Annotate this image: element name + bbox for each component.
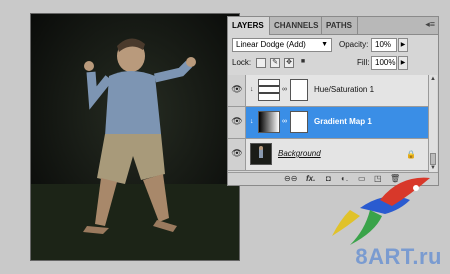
opacity-label: Opacity: (339, 40, 369, 49)
visibility-cell: 👁 (228, 107, 246, 138)
layer-mask-thumbnail[interactable] (290, 79, 308, 101)
fx-icon[interactable]: fx. (306, 173, 315, 185)
chevron-down-icon: ▼ (321, 41, 328, 48)
clip-icon: ↓ (250, 86, 254, 93)
lock-fill-row: Lock: ✎ ✥ ■ Fill: 100% ▶ (232, 56, 434, 71)
blend-mode-value: Linear Dodge (Add) (236, 40, 306, 49)
layers-scrollbar[interactable]: ▲ ▼ (428, 75, 437, 173)
layer-name: Gradient Map 1 (314, 117, 372, 126)
opacity-slider-arrow-icon[interactable]: ▶ (398, 38, 408, 52)
fill-slider-arrow-icon[interactable]: ▶ (398, 56, 408, 70)
visibility-cell: 👁 (228, 139, 246, 170)
visibility-cell: 👁 (228, 75, 246, 106)
blend-opacity-row: Linear Dodge (Add) ▼ Opacity: 10% ▶ (232, 38, 434, 53)
lock-transparent-pixels-icon[interactable] (256, 58, 266, 68)
tab-layers[interactable]: LAYERS (228, 17, 270, 35)
parrot-logo-icon (332, 177, 430, 245)
clip-icon: ↓ (250, 118, 254, 125)
eye-icon[interactable]: 👁 (231, 148, 243, 160)
lock-all-icon[interactable]: ■ (298, 58, 308, 68)
lock-icon: 🔒 (406, 150, 416, 159)
layer-row-background[interactable]: 👁 Background 🔒 (228, 139, 428, 171)
eye-icon[interactable]: 👁 (231, 84, 243, 96)
site-watermark: 8ART.ru (355, 244, 442, 269)
boy-thumbnail-icon (259, 146, 263, 158)
layer-name: Hue/Saturation 1 (314, 85, 375, 94)
tab-channels[interactable]: CHANNELS (270, 17, 322, 34)
layer-row-hue-saturation[interactable]: 👁 ↓ ∞ Hue/Saturation 1 (228, 75, 428, 107)
lock-image-pixels-icon[interactable]: ✎ (270, 58, 280, 68)
lock-label: Lock: (232, 58, 252, 67)
layers-panel: LAYERS CHANNELS PATHS ◂≡ Linear Dodge (A… (227, 16, 439, 186)
layer-row-gradient-map[interactable]: 👁 ↓ ∞ Gradient Map 1 (228, 107, 428, 139)
panel-tab-bar: LAYERS CHANNELS PATHS ◂≡ (228, 17, 438, 35)
link-icon: ∞ (282, 118, 287, 125)
photo-boy-image (31, 14, 239, 260)
link-layers-icon[interactable]: ⊖⊖ (284, 173, 297, 185)
gradient-thumbnail (258, 111, 280, 133)
layer-name: Background (278, 149, 321, 158)
adjustment-thumbnail (258, 79, 280, 101)
background-thumbnail (250, 143, 272, 165)
layers-list: 👁 ↓ ∞ Hue/Saturation 1 👁 ↓ ∞ Gradient Ma… (228, 75, 428, 173)
fill-field[interactable]: 100% (371, 56, 397, 70)
blend-mode-select[interactable]: Linear Dodge (Add) ▼ (232, 38, 332, 52)
tab-paths[interactable]: PATHS (322, 17, 358, 34)
lock-position-icon[interactable]: ✥ (284, 58, 294, 68)
layer-mask-thumbnail[interactable] (290, 111, 308, 133)
fill-label: Fill: (357, 58, 370, 67)
scroll-up-icon[interactable]: ▲ (429, 75, 437, 84)
panel-menu-icon[interactable]: ◂≡ (425, 19, 435, 30)
link-icon: ∞ (282, 86, 287, 93)
eye-icon[interactable]: 👁 (231, 116, 243, 128)
document-canvas (30, 13, 240, 261)
opacity-field[interactable]: 10% (371, 38, 397, 52)
